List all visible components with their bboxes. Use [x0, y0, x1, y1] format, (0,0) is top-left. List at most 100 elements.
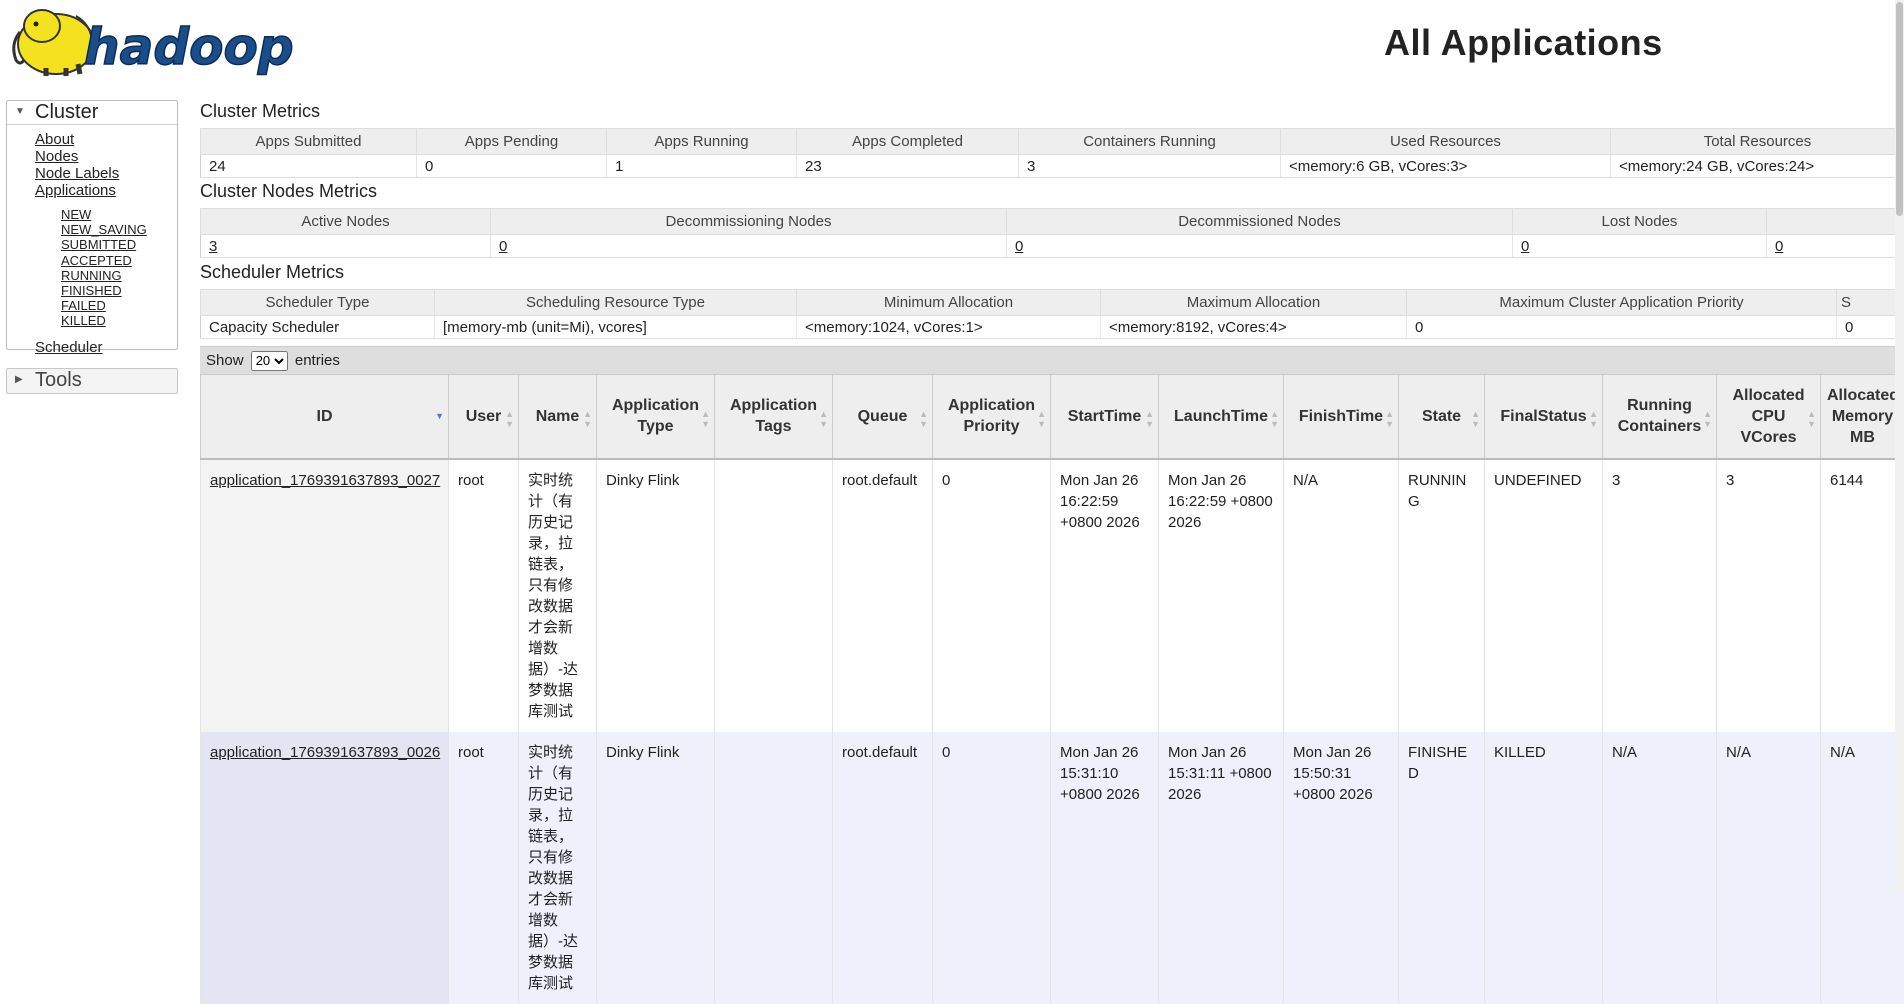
sort-icon: ▲▼	[1589, 409, 1598, 429]
app-priority: 0	[933, 459, 1051, 732]
apps-pending-value: 0	[417, 155, 607, 178]
col-launch-time[interactable]: LaunchTime▲▼	[1159, 375, 1284, 459]
scheduler-type-value: Capacity Scheduler	[201, 316, 435, 339]
col-allocated-vcores[interactable]: Allocated CPU VCores▲▼	[1717, 375, 1821, 459]
app-priority: 0	[933, 732, 1051, 1004]
sidebar-state-submitted[interactable]: SUBMITTED	[61, 237, 136, 252]
app-launch-time: Mon Jan 26 16:22:59 +0800 2026	[1159, 459, 1284, 732]
hadoop-logo[interactable]: hadoop	[6, 4, 306, 80]
sidebar-item-scheduler[interactable]: Scheduler	[35, 339, 103, 356]
active-nodes-link[interactable]: 3	[209, 238, 217, 255]
nodes-metrics-table: Active Nodes Decommissioning Nodes Decom…	[200, 208, 1904, 258]
app-final-status: UNDEFINED	[1485, 459, 1603, 732]
app-name: 实时统计（有历史记录，拉链表，只有修改数据才会新增数据）-达梦数据库测试	[519, 732, 597, 1004]
col-final-status[interactable]: FinalStatus▲▼	[1485, 375, 1603, 459]
app-running-containers: 3	[1603, 459, 1717, 732]
app-state: RUNNING	[1399, 459, 1485, 732]
sidebar-state-finished[interactable]: FINISHED	[61, 283, 122, 298]
app-user: root	[449, 732, 519, 1004]
nodes-metrics-title: Cluster Nodes Metrics	[200, 181, 377, 202]
app-allocated-vcores: N/A	[1717, 732, 1821, 1004]
sidebar-state-new[interactable]: NEW	[61, 207, 91, 222]
sidebar-state-new-saving[interactable]: NEW_SAVING	[61, 222, 147, 237]
col-nodes-extra	[1767, 209, 1904, 235]
sort-icon: ▲▼	[1037, 409, 1046, 429]
cluster-metrics-table: Apps Submitted Apps Pending Apps Running…	[200, 128, 1904, 178]
col-active-nodes: Active Nodes	[201, 209, 491, 235]
col-apps-completed: Apps Completed	[797, 129, 1019, 155]
sort-icon: ▲▼	[505, 409, 514, 429]
col-running-containers[interactable]: Running Containers▲▼	[1603, 375, 1717, 459]
col-application-type[interactable]: Application Type▲▼	[597, 375, 715, 459]
app-start-time: Mon Jan 26 15:31:10 +0800 2026	[1051, 732, 1159, 1004]
total-resources-value: <memory:24 GB, vCores:24>	[1611, 155, 1904, 178]
sidebar-item-about[interactable]: About	[35, 131, 74, 148]
caret-right-icon: ▶	[15, 369, 23, 391]
show-label: Show	[206, 352, 244, 369]
sidebar-state-running[interactable]: RUNNING	[61, 268, 122, 283]
col-application-priority[interactable]: Application Priority▲▼	[933, 375, 1051, 459]
scheduler-metrics-title: Scheduler Metrics	[200, 262, 344, 283]
col-total-resources: Total Resources	[1611, 129, 1904, 155]
col-allocated-memory[interactable]: Allocated Memory MB	[1821, 375, 1904, 459]
page-size-select[interactable]: 20	[251, 351, 288, 371]
col-containers-running: Containers Running	[1019, 129, 1281, 155]
col-max-app-priority: Maximum Cluster Application Priority	[1407, 290, 1837, 316]
app-running-containers: N/A	[1603, 732, 1717, 1004]
max-app-priority-value: 0	[1407, 316, 1837, 339]
col-state[interactable]: State▲▼	[1399, 375, 1485, 459]
containers-running-value: 3	[1019, 155, 1281, 178]
table-row: application_1769391637893_0027 root 实时统计…	[201, 459, 1904, 732]
app-type: Dinky Flink	[597, 459, 715, 732]
cluster-nav-header[interactable]: ▼ Cluster	[7, 101, 177, 125]
sort-icon: ▲▼	[1145, 409, 1154, 429]
col-lost-nodes: Lost Nodes	[1513, 209, 1767, 235]
app-user: root	[449, 459, 519, 732]
table-row: application_1769391637893_0026 root 实时统计…	[201, 732, 1904, 1004]
minimum-allocation-value: <memory:1024, vCores:1>	[797, 316, 1101, 339]
vertical-scrollbar[interactable]	[1895, 0, 1904, 892]
sidebar-state-killed[interactable]: KILLED	[61, 313, 106, 328]
scrollbar-thumb[interactable]	[1896, 2, 1903, 216]
nodes-extra-link[interactable]: 0	[1775, 238, 1783, 255]
tools-nav-header[interactable]: ▶ Tools	[7, 369, 177, 393]
tools-nav[interactable]: ▶ Tools	[6, 368, 178, 394]
sort-icon: ▲▼	[701, 409, 710, 429]
col-id[interactable]: ID▼	[201, 375, 449, 459]
col-name[interactable]: Name▲▼	[519, 375, 597, 459]
col-application-tags[interactable]: Application Tags▲▼	[715, 375, 833, 459]
app-id-link[interactable]: application_1769391637893_0026	[210, 744, 440, 761]
col-queue[interactable]: Queue▲▼	[833, 375, 933, 459]
app-id-link[interactable]: application_1769391637893_0027	[210, 472, 440, 489]
col-user[interactable]: User▲▼	[449, 375, 519, 459]
sidebar-state-accepted[interactable]: ACCEPTED	[61, 253, 132, 268]
app-allocated-memory: N/A	[1821, 732, 1904, 1004]
sort-icon: ▲▼	[1385, 409, 1394, 429]
applications-table: ID▼ User▲▼ Name▲▼ Application Type▲▼ App…	[200, 374, 1904, 1004]
sidebar-item-nodes[interactable]: Nodes	[35, 148, 78, 165]
decommissioning-nodes-link[interactable]: 0	[499, 238, 507, 255]
app-final-status: KILLED	[1485, 732, 1603, 1004]
lost-nodes-link[interactable]: 0	[1521, 238, 1529, 255]
col-finish-time[interactable]: FinishTime▲▼	[1284, 375, 1399, 459]
col-used-resources: Used Resources	[1281, 129, 1611, 155]
sort-icon: ▲▼	[1807, 409, 1816, 429]
sidebar-state-failed[interactable]: FAILED	[61, 298, 106, 313]
app-start-time: Mon Jan 26 16:22:59 +0800 2026	[1051, 459, 1159, 732]
app-tags	[715, 732, 833, 1004]
col-decommissioned-nodes: Decommissioned Nodes	[1007, 209, 1513, 235]
sort-icon: ▲▼	[583, 409, 592, 429]
col-maximum-allocation: Maximum Allocation	[1101, 290, 1407, 316]
caret-down-icon: ▼	[15, 101, 25, 123]
col-scheduling-resource-type: Scheduling Resource Type	[435, 290, 797, 316]
col-start-time[interactable]: StartTime▲▼	[1051, 375, 1159, 459]
page-title: All Applications	[1384, 22, 1663, 64]
sort-icon: ▲▼	[1703, 409, 1712, 429]
cluster-metrics-title: Cluster Metrics	[200, 101, 320, 122]
sort-desc-icon: ▼	[435, 411, 444, 421]
apps-submitted-value: 24	[201, 155, 417, 178]
decommissioned-nodes-link[interactable]: 0	[1015, 238, 1023, 255]
sidebar-item-applications[interactable]: Applications	[35, 182, 116, 199]
col-apps-submitted: Apps Submitted	[201, 129, 417, 155]
sidebar-item-node-labels[interactable]: Node Labels	[35, 165, 119, 182]
